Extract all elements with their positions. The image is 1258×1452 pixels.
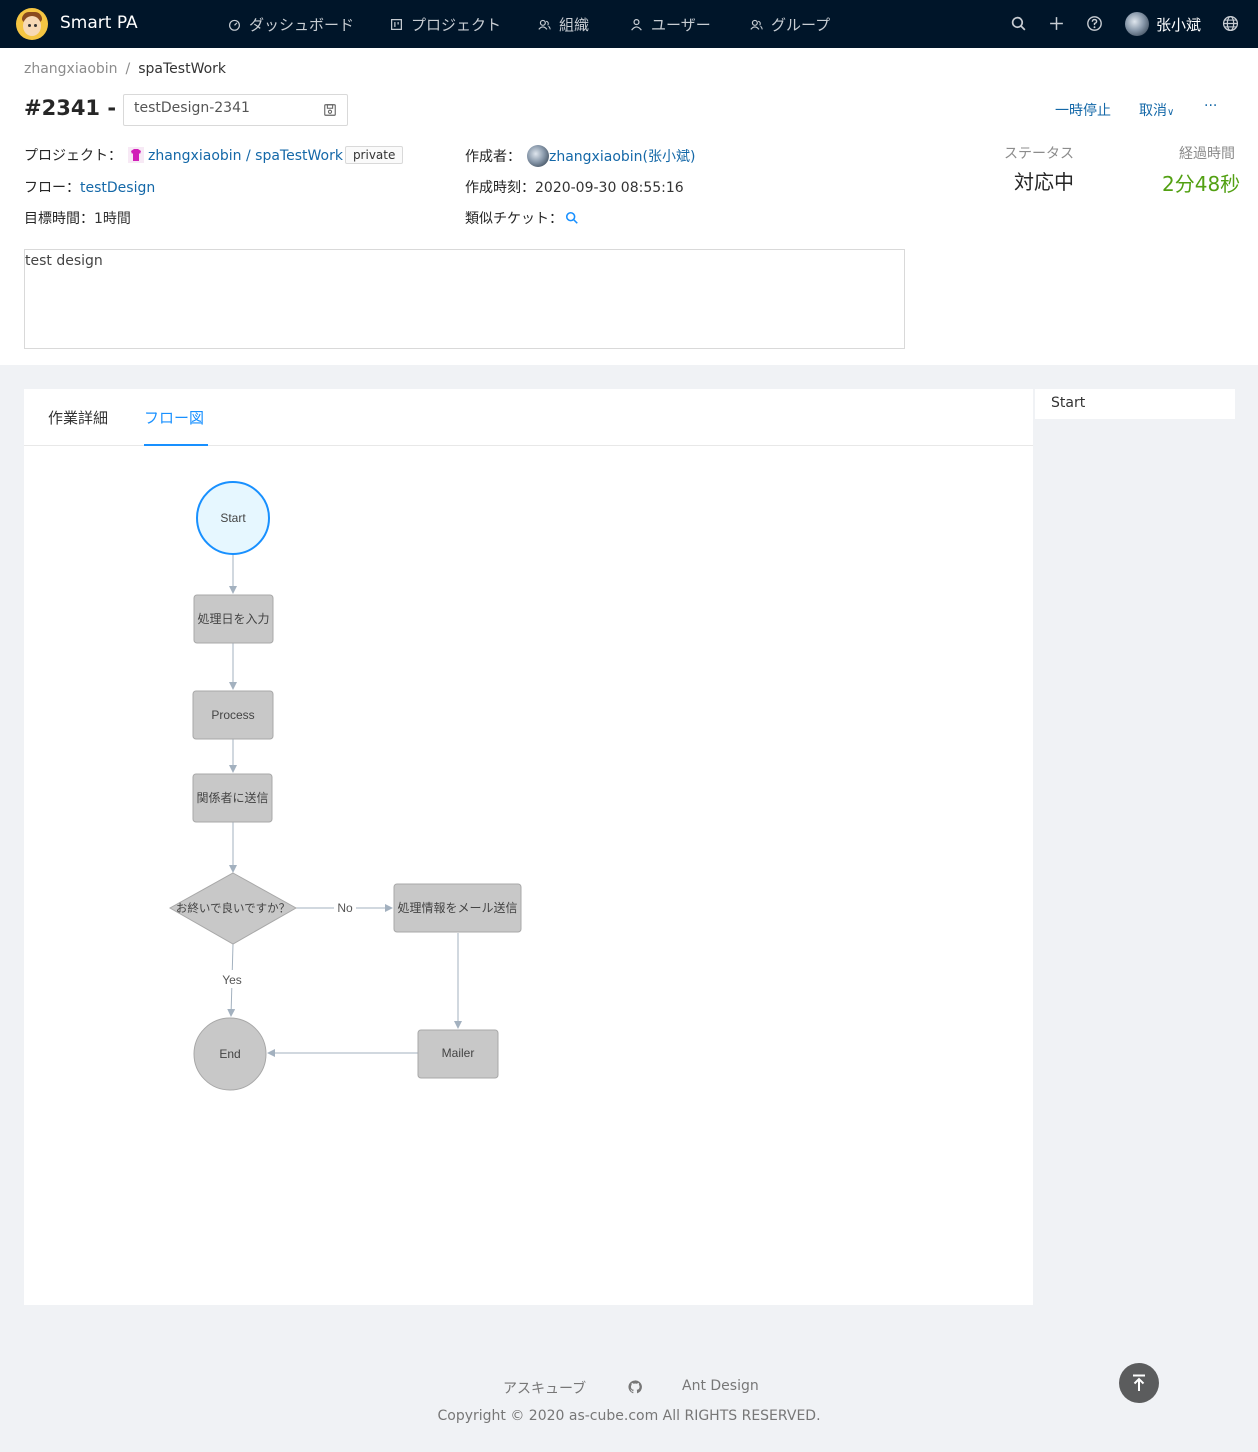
flow-node-mailer-label: Mailer bbox=[442, 1046, 475, 1060]
node-detail-panel: Start bbox=[1035, 389, 1235, 419]
flow-node-process[interactable]: Process bbox=[192, 690, 274, 740]
flow-node-decision-label: お終いで良いですか？ bbox=[176, 901, 290, 915]
nav-dashboard-label: ダッシュボード bbox=[249, 16, 355, 34]
flow-field: フロー：testDesign bbox=[24, 177, 155, 197]
footer-link-antdesign[interactable]: Ant Design bbox=[682, 1378, 759, 1394]
flow-node-notify-label: 関係者に送信 bbox=[196, 790, 268, 805]
user-avatar[interactable] bbox=[1125, 12, 1149, 36]
app-logo[interactable] bbox=[16, 8, 48, 40]
question-icon[interactable] bbox=[1086, 15, 1103, 32]
breadcrumb-owner[interactable]: zhangxiaobin bbox=[24, 61, 118, 77]
breadcrumb-separator: / bbox=[125, 61, 131, 77]
project-link[interactable]: zhangxiaobin / spaTestWork bbox=[148, 148, 343, 164]
flow-node-mail-info-label: 処理情報をメール送信 bbox=[397, 900, 517, 915]
save-icon[interactable] bbox=[323, 103, 337, 117]
ticket-header-section: zhangxiaobin / spaTestWork #2341 - 一時停止 取消… bbox=[0, 48, 1258, 365]
app-brand-name[interactable]: Smart PA bbox=[60, 13, 138, 33]
breadcrumb: zhangxiaobin / spaTestWork bbox=[24, 61, 226, 77]
flow-node-end-label: End bbox=[219, 1047, 240, 1061]
team-icon bbox=[538, 19, 551, 30]
flow-node-input-date[interactable]: 処理日を入力 bbox=[193, 594, 274, 644]
tab-work-details[interactable]: 作業詳細 bbox=[48, 407, 108, 428]
author-label: 作成者： bbox=[465, 149, 521, 165]
author-field: 作成者： zhangxiaobin(张小斌) bbox=[465, 145, 695, 167]
nav-users-label: ユーザー bbox=[651, 16, 711, 34]
user-name[interactable]: 张小斌 bbox=[1156, 14, 1201, 35]
plus-icon[interactable] bbox=[1048, 15, 1065, 32]
description-box: test design bbox=[24, 249, 905, 349]
breadcrumb-project[interactable]: spaTestWork bbox=[138, 61, 226, 77]
flow-node-process-label: Process bbox=[211, 708, 254, 722]
nav-groups-label: グループ bbox=[771, 16, 831, 34]
edge-label-yes: Yes bbox=[222, 973, 242, 987]
flow-diagram-canvas[interactable]: No Yes Start 処理日を入力 Process 関係者に送信 お終いで良… bbox=[24, 446, 1033, 1305]
flow-node-end[interactable]: End bbox=[193, 1017, 267, 1091]
flow-field-label: フロー： bbox=[24, 180, 80, 196]
search-icon[interactable] bbox=[565, 211, 579, 225]
flow-node-start-label: Start bbox=[220, 511, 246, 525]
similar-tickets-field: 類似チケット： bbox=[465, 208, 579, 228]
project-avatar-icon bbox=[128, 147, 144, 163]
arrow-up-icon bbox=[1133, 1374, 1145, 1391]
flow-node-mailer[interactable]: Mailer bbox=[417, 1029, 499, 1079]
flow-node-decision[interactable]: お終いで良いですか？ bbox=[168, 872, 298, 945]
target-time-field: 目標時間：1時間 bbox=[24, 208, 131, 228]
nav-organization-label: 組織 bbox=[559, 16, 590, 34]
team-icon bbox=[750, 19, 763, 30]
dashboard-icon bbox=[229, 19, 240, 31]
top-navigation-bar: Smart PA ダッシュボード プロジェクト 組織 ユーザー グループ 张小斌 bbox=[0, 0, 1258, 48]
target-time-label: 目標時間： bbox=[24, 211, 94, 227]
tab-flow-diagram[interactable]: フロー図 bbox=[144, 407, 204, 428]
selected-node-name: Start bbox=[1051, 395, 1086, 411]
created-time-label: 作成時刻： bbox=[465, 180, 535, 196]
user-icon bbox=[631, 19, 642, 31]
footer-link-ascube[interactable]: アスキューブ bbox=[503, 1378, 586, 1398]
similar-tickets-label: 類似チケット： bbox=[465, 211, 563, 227]
ticket-title-field[interactable] bbox=[123, 94, 348, 126]
github-icon[interactable] bbox=[628, 1380, 642, 1394]
global-icon[interactable] bbox=[1222, 15, 1239, 32]
back-to-top-button[interactable] bbox=[1119, 1363, 1159, 1403]
search-icon[interactable] bbox=[1010, 15, 1027, 32]
tab-bar: 作業詳細 フロー図 bbox=[24, 389, 1033, 446]
nav-organization[interactable]: 組織 bbox=[538, 14, 589, 35]
created-time-field: 作成時刻：2020-09-30 08:55:16 bbox=[465, 177, 684, 197]
project-field: プロジェクト： zhangxiaobin / spaTestWork private bbox=[24, 145, 404, 165]
elapsed-time-value: 2分48秒 bbox=[1162, 172, 1241, 196]
cancel-button-label: 取消 bbox=[1139, 103, 1167, 119]
elapsed-time-label: 経過時間 bbox=[1179, 146, 1235, 162]
project-field-label: プロジェクト： bbox=[24, 148, 122, 164]
target-time-value: 1時間 bbox=[94, 211, 131, 227]
chevron-down-icon: ∨ bbox=[1167, 107, 1175, 118]
flow-node-start[interactable]: Start bbox=[196, 481, 270, 555]
ticket-title-input[interactable] bbox=[134, 100, 314, 116]
ticket-number: #2341 - bbox=[24, 96, 117, 120]
cancel-dropdown-button[interactable]: 取消∨ bbox=[1139, 100, 1174, 120]
visibility-tag: private bbox=[344, 146, 404, 164]
nav-project[interactable]: プロジェクト bbox=[390, 14, 501, 35]
nav-users[interactable]: ユーザー bbox=[630, 14, 711, 35]
nav-groups[interactable]: グループ bbox=[750, 14, 830, 35]
author-avatar bbox=[527, 145, 549, 167]
description-text: test design bbox=[25, 253, 103, 269]
flow-card: 作業詳細 フロー図 No Yes Start 処理日を入力 Process 関係… bbox=[24, 389, 1033, 1305]
more-options-icon[interactable]: ··· bbox=[1204, 98, 1217, 114]
flow-node-notify[interactable]: 関係者に送信 bbox=[192, 773, 273, 823]
nav-project-label: プロジェクト bbox=[411, 16, 502, 34]
project-icon bbox=[391, 19, 402, 30]
flow-node-input-date-label: 処理日を入力 bbox=[197, 612, 269, 626]
author-link[interactable]: zhangxiaobin(张小斌) bbox=[549, 149, 695, 165]
created-time-value: 2020-09-30 08:55:16 bbox=[535, 180, 684, 196]
status-label: ステータス bbox=[1004, 146, 1074, 162]
pause-button[interactable]: 一時停止 bbox=[1055, 100, 1111, 120]
nav-dashboard[interactable]: ダッシュボード bbox=[228, 14, 354, 35]
flow-link[interactable]: testDesign bbox=[80, 180, 155, 196]
status-value: 対応中 bbox=[1014, 170, 1074, 194]
edge-label-no: No bbox=[337, 901, 353, 915]
flow-node-mail-info[interactable]: 処理情報をメール送信 bbox=[393, 883, 522, 933]
copyright-text: Copyright © 2020 as-cube.com All RIGHTS … bbox=[437, 1408, 821, 1424]
